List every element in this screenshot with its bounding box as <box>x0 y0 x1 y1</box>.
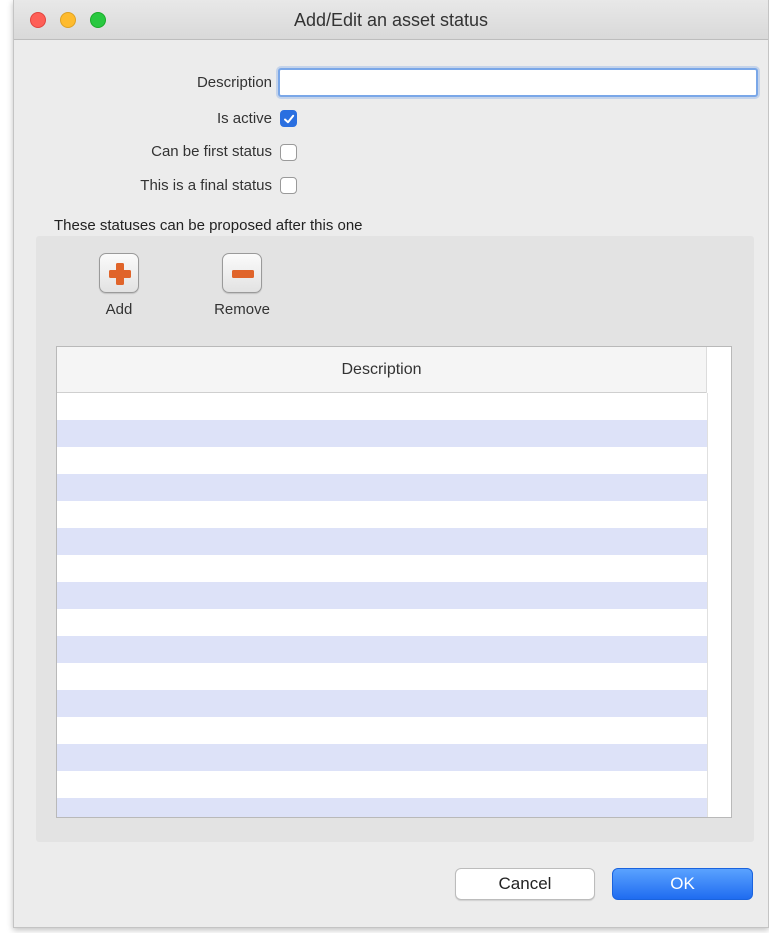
table-row[interactable] <box>57 474 707 501</box>
table-row[interactable] <box>57 609 707 636</box>
ok-button[interactable]: OK <box>612 868 753 900</box>
header-corner <box>706 347 727 393</box>
table-row[interactable] <box>57 717 707 744</box>
table-row[interactable] <box>57 420 707 447</box>
proposed-statuses-table[interactable]: Description <box>56 346 732 818</box>
table-row[interactable] <box>57 636 707 663</box>
minus-icon <box>232 270 254 278</box>
can-be-first-status-checkbox[interactable] <box>280 144 297 161</box>
table-row[interactable] <box>57 528 707 555</box>
table-row[interactable] <box>57 555 707 582</box>
table-row[interactable] <box>57 447 707 474</box>
cancel-button[interactable]: Cancel <box>455 868 595 900</box>
dialog-window: Add/Edit an asset status Description Is … <box>13 0 769 928</box>
plus-icon <box>109 263 131 285</box>
add-label: Add <box>105 301 133 318</box>
table-row[interactable] <box>57 690 707 717</box>
add-button[interactable] <box>99 253 139 293</box>
table-scrollbar[interactable] <box>707 393 731 817</box>
description-input[interactable] <box>278 68 758 97</box>
table-row[interactable] <box>57 744 707 771</box>
table-rows <box>57 393 707 817</box>
window-title: Add/Edit an asset status <box>293 10 489 30</box>
table-row[interactable] <box>57 798 707 817</box>
checkmark-icon <box>284 114 295 124</box>
final-status-label: This is a final status <box>140 177 272 194</box>
remove-button[interactable] <box>222 253 262 293</box>
is-active-checkbox[interactable] <box>280 110 297 127</box>
can-be-first-status-label: Can be first status <box>151 143 272 160</box>
final-status-checkbox[interactable] <box>280 177 297 194</box>
proposed-statuses-label: These statuses can be proposed after thi… <box>54 217 363 234</box>
remove-label: Remove <box>214 301 270 318</box>
table-row[interactable] <box>57 663 707 690</box>
column-header-description[interactable]: Description <box>57 347 706 393</box>
table-row[interactable] <box>57 393 707 420</box>
title-bar[interactable]: Add/Edit an asset status <box>14 0 768 40</box>
table-row[interactable] <box>57 582 707 609</box>
table-row[interactable] <box>57 501 707 528</box>
is-active-label: Is active <box>216 110 272 127</box>
description-label: Description <box>196 74 272 91</box>
table-row[interactable] <box>57 771 707 798</box>
